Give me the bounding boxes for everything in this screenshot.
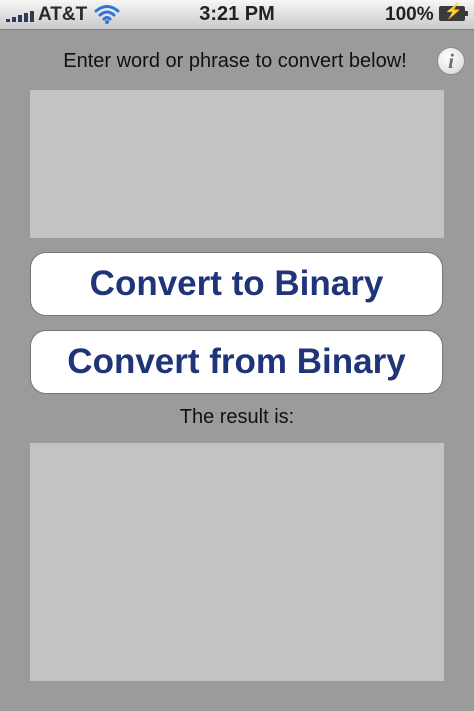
phrase-input[interactable] [30, 90, 444, 238]
convert-to-binary-button[interactable]: Convert to Binary [30, 252, 443, 316]
result-output[interactable] [30, 443, 444, 681]
result-label: The result is: [179, 406, 295, 428]
info-icon[interactable]: i [437, 47, 465, 75]
battery-percent: 100% [385, 4, 434, 25]
charging-bolt-icon: ⚡ [444, 3, 463, 20]
battery-icon: ⚡ [439, 3, 468, 21]
instruction-label: Enter word or phrase to convert below! [63, 50, 407, 72]
status-bar: AT&T 3:21 PM 100% ⚡ [0, 0, 474, 30]
convert-from-binary-button[interactable]: Convert from Binary [30, 330, 443, 394]
